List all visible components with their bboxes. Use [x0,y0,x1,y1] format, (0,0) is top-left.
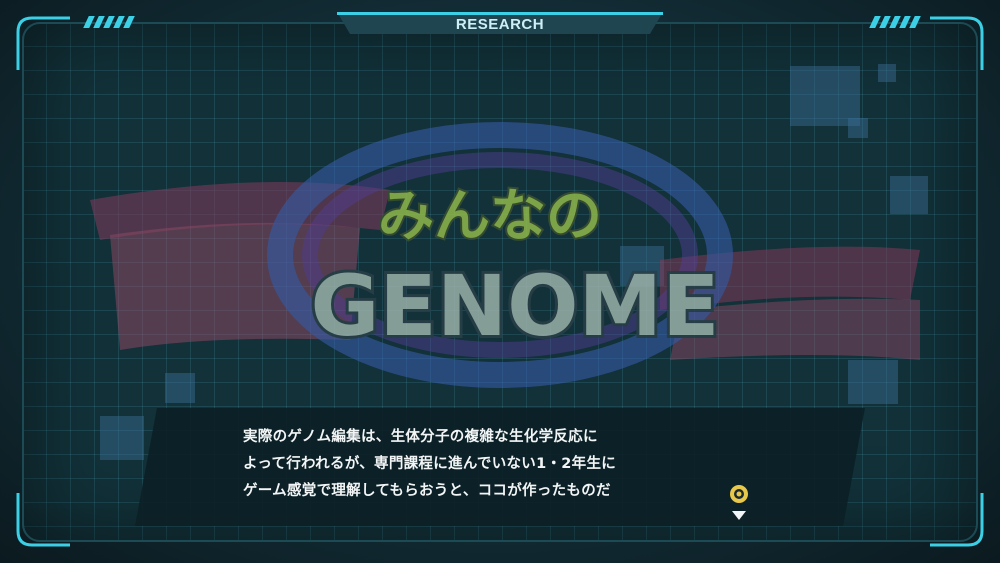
deco-square [878,64,896,82]
header-tab: RESEARCH [337,12,663,34]
corner-bracket-top-right [930,16,984,70]
deco-square [100,416,144,460]
header-tab-accent-line [337,12,663,15]
corner-bracket-bottom-left [16,493,70,547]
next-arrow-icon[interactable] [726,482,752,522]
dialog-text: 実際のゲノム編集は、生体分子の複雑な生化学反応に よって行われるが、専門課程に進… [243,424,723,505]
dialog-line: よって行われるが、専門課程に進んでいない1・2年生に [243,456,617,472]
logo-line2: GENOME [310,257,719,355]
game-logo: みんなの GENOME [90,122,920,388]
dialog-line: 実際のゲノム編集は、生体分子の複雑な生化学反応に [243,429,598,445]
stripe-decoration-right [869,16,921,28]
header-title: RESEARCH [455,15,545,33]
logo-line1: みんなの [378,184,602,249]
dialog-line: ゲーム感覚で理解してもらおうと、ココが作ったものだ [243,483,611,499]
corner-bracket-bottom-right [930,493,984,547]
stripe-decoration-left [83,16,135,28]
corner-bracket-top-left [16,16,70,70]
